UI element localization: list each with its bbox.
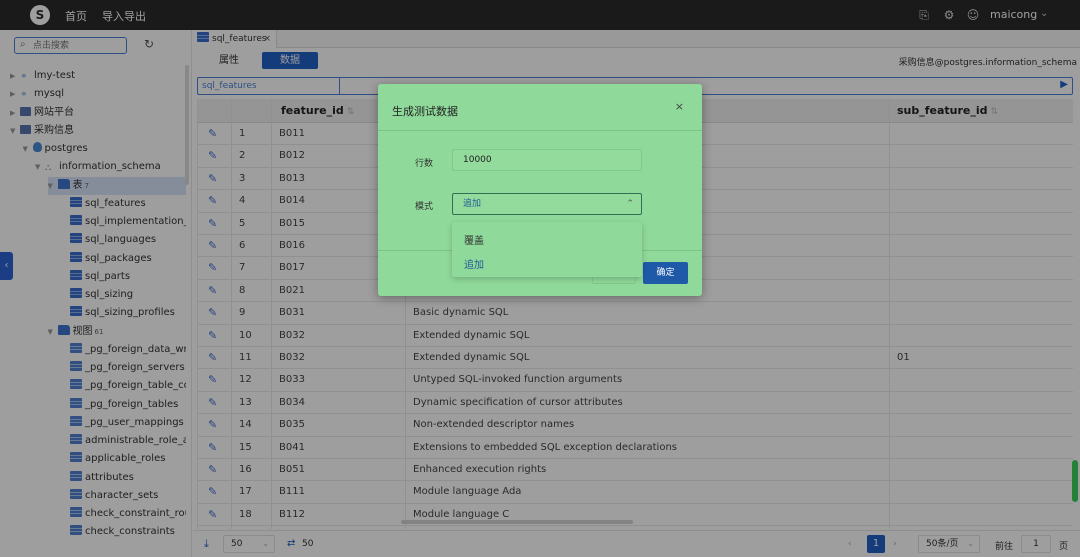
mode-select[interactable]: 追加 ⌃ — [452, 193, 642, 215]
mode-label: 模式 — [415, 202, 434, 212]
dialog-title: 生成测试数据 — [392, 105, 458, 118]
option-append[interactable]: 追加 — [464, 256, 484, 271]
close-icon[interactable]: × — [675, 100, 684, 113]
option-overwrite[interactable]: 覆盖 — [464, 232, 484, 247]
mode-dropdown: 覆盖 追加 — [452, 222, 642, 277]
chevron-up-icon: ⌃ — [626, 199, 634, 209]
confirm-button[interactable]: 确定 — [643, 262, 688, 284]
rows-label: 行数 — [415, 159, 434, 169]
rows-input[interactable]: 10000 — [452, 149, 642, 171]
